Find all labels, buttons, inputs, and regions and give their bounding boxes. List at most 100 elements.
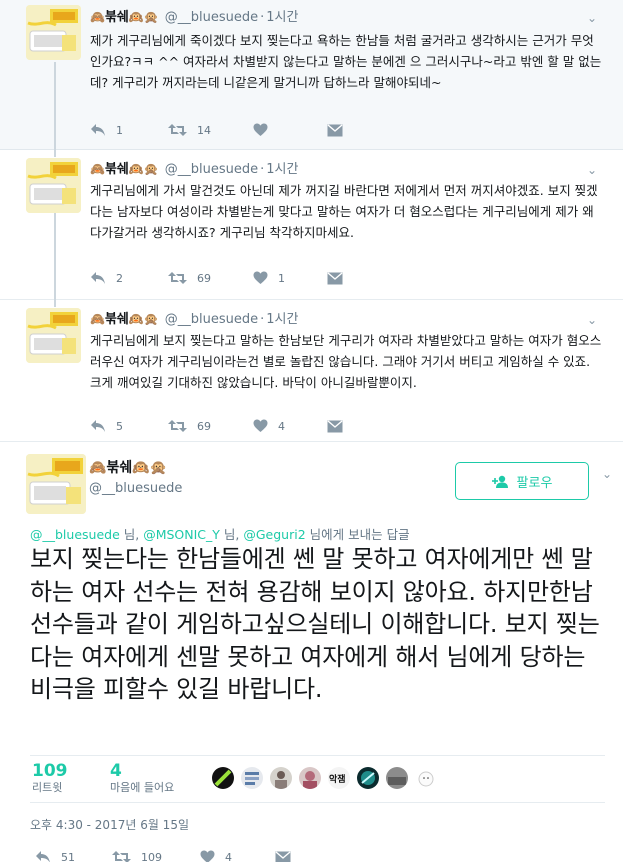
retweet-button[interactable]: 109: [112, 848, 162, 862]
tweet-time[interactable]: 1시간: [266, 162, 298, 177]
retweet-stat-count: 109: [32, 761, 68, 781]
retweet-icon: [112, 851, 131, 862]
monkey-emoji: 🙈: [90, 10, 105, 24]
tweet-header: 🙈붂쉐🙉🙊 @__bluesuede · 1시간: [90, 161, 298, 178]
mention-link[interactable]: @Geguri2: [243, 527, 305, 542]
reply-icon: [91, 124, 105, 136]
tweet-actions: 1 14: [90, 121, 360, 139]
retweet-count: 14: [197, 123, 211, 137]
avatar[interactable]: [26, 158, 81, 213]
thread-line: [54, 150, 56, 157]
thread-tweet[interactable]: 🙈붂쉐🙉🙊 @__bluesuede · 1시간 ⌄ 게구리님에게 보지 찢는다고 말…: [0, 300, 623, 442]
thread-tweet[interactable]: 🙈붂쉐🙉🙊 @__bluesuede · 1시간 ⌄ 게구리님에게 가서 말건것도 아…: [0, 150, 623, 300]
separator-dot: ·: [260, 162, 265, 177]
like-stat-label: 마음에 들어요: [110, 781, 175, 794]
like-button[interactable]: [253, 121, 278, 139]
chevron-down-icon[interactable]: ⌄: [602, 467, 612, 481]
liker-avatar[interactable]: [212, 767, 234, 789]
tweet-timestamp[interactable]: 오후 4:30 - 2017년 6월 15일: [30, 816, 189, 833]
tweet-time[interactable]: 1시간: [266, 312, 298, 327]
envelope-icon: [327, 271, 343, 284]
reply-suffix: 님에게 보내는 답글: [305, 527, 410, 542]
message-button[interactable]: [327, 121, 343, 139]
liker-avatar[interactable]: [241, 767, 263, 789]
reply-button[interactable]: 51: [35, 848, 75, 862]
liker-avatar[interactable]: [386, 767, 408, 789]
thread-tweet[interactable]: 🙈붂쉐🙉🙊 @__bluesuede · 1시간 ⌄ 제가 게구리님에게 죽이겠다 보…: [0, 0, 623, 150]
monkey-emoji: 🙉🙊: [132, 460, 168, 476]
like-button[interactable]: 1: [253, 269, 285, 287]
avatar-image: [26, 5, 81, 60]
tweet-actions: 2 69 1: [90, 269, 360, 287]
liker-avatar[interactable]: [299, 767, 321, 789]
retweet-icon: [168, 272, 187, 284]
like-stat[interactable]: 4 마음에 들어요: [110, 761, 174, 795]
avatar-image: [26, 454, 86, 514]
avatar[interactable]: [26, 454, 86, 514]
heart-icon: [253, 271, 268, 284]
reply-separator: 님,: [219, 527, 244, 542]
display-name[interactable]: 붂쉐: [105, 162, 129, 177]
like-button[interactable]: 4: [253, 417, 285, 435]
heart-icon: [253, 123, 268, 136]
display-name[interactable]: 🙈붂쉐🙉🙊: [89, 457, 167, 477]
tweet-time[interactable]: 1시간: [266, 10, 298, 25]
display-name[interactable]: 붂쉐: [105, 312, 129, 327]
mention-link[interactable]: @MSONIC_Y: [143, 527, 220, 542]
message-button[interactable]: [327, 269, 343, 287]
reply-button[interactable]: 5: [90, 417, 123, 435]
chevron-down-icon[interactable]: ⌄: [587, 163, 601, 177]
display-name[interactable]: 붂쉐: [105, 10, 129, 25]
retweet-stat-label: 리트윗: [32, 781, 63, 794]
user-handle[interactable]: @__bluesuede: [165, 312, 258, 327]
retweet-count: 109: [141, 850, 162, 862]
tweet-stats: 109 리트윗 4 마음에 들어요 악잼: [30, 755, 605, 803]
avatar[interactable]: [26, 5, 81, 60]
message-button[interactable]: [275, 848, 291, 862]
liker-avatar[interactable]: [270, 767, 292, 789]
monkey-emoji: 🙉🙊: [128, 312, 159, 326]
like-stat-count: 4: [110, 761, 122, 781]
liker-avatar[interactable]: 악잼: [328, 767, 350, 789]
user-handle[interactable]: @__bluesuede: [165, 10, 258, 25]
thread-line: [54, 62, 56, 150]
tweet-header: 🙈붂쉐🙉🙊 @__bluesuede · 1시간: [90, 311, 298, 328]
avatar-image: [26, 308, 81, 363]
user-handle[interactable]: @__bluesuede: [89, 481, 182, 496]
reply-button[interactable]: 1: [90, 121, 123, 139]
chevron-down-icon[interactable]: ⌄: [587, 313, 601, 327]
tweet-text: 보지 찢는다는 한남들에겐 쎈 말 못하고 여자에게만 쎈 말 하는 여자 선수…: [30, 545, 600, 703]
retweet-count: 69: [197, 271, 211, 285]
tweet-actions: 5 69 4: [90, 417, 360, 435]
message-button[interactable]: [327, 417, 343, 435]
reply-button[interactable]: 2: [90, 269, 123, 287]
liker-avatars: 악잼: [212, 767, 444, 789]
retweet-stat[interactable]: 109 리트윗: [32, 761, 68, 795]
retweet-button[interactable]: 69: [168, 269, 211, 287]
retweet-count: 69: [197, 419, 211, 433]
envelope-icon: [327, 123, 343, 136]
reply-icon: [36, 851, 50, 862]
like-count: 1: [278, 271, 285, 285]
reply-count: 5: [116, 419, 123, 433]
retweet-button[interactable]: 69: [168, 417, 211, 435]
liker-avatar-text: 악잼: [329, 775, 346, 785]
avatar[interactable]: [26, 308, 81, 363]
retweet-icon: [168, 124, 187, 136]
mention-link[interactable]: @__bluesuede: [30, 527, 120, 542]
chevron-down-icon[interactable]: ⌄: [587, 11, 601, 25]
follow-button[interactable]: 팔로우: [455, 462, 589, 500]
separator-dot: ·: [260, 312, 265, 327]
like-button[interactable]: 4: [200, 848, 232, 862]
retweet-icon: [168, 420, 187, 432]
reply-icon: [91, 420, 105, 432]
envelope-icon: [327, 419, 343, 432]
liker-avatar[interactable]: [415, 767, 437, 789]
tweet-text: 제가 게구리님에게 죽이겠다 보지 찢는다고 욕하는 한남들 처럼 굴거라고 생…: [90, 33, 602, 90]
reply-count: 2: [116, 271, 123, 285]
user-handle[interactable]: @__bluesuede: [165, 162, 258, 177]
envelope-icon: [275, 850, 291, 862]
separator-dot: ·: [260, 10, 265, 25]
liker-avatar[interactable]: [357, 767, 379, 789]
retweet-button[interactable]: 14: [168, 121, 211, 139]
